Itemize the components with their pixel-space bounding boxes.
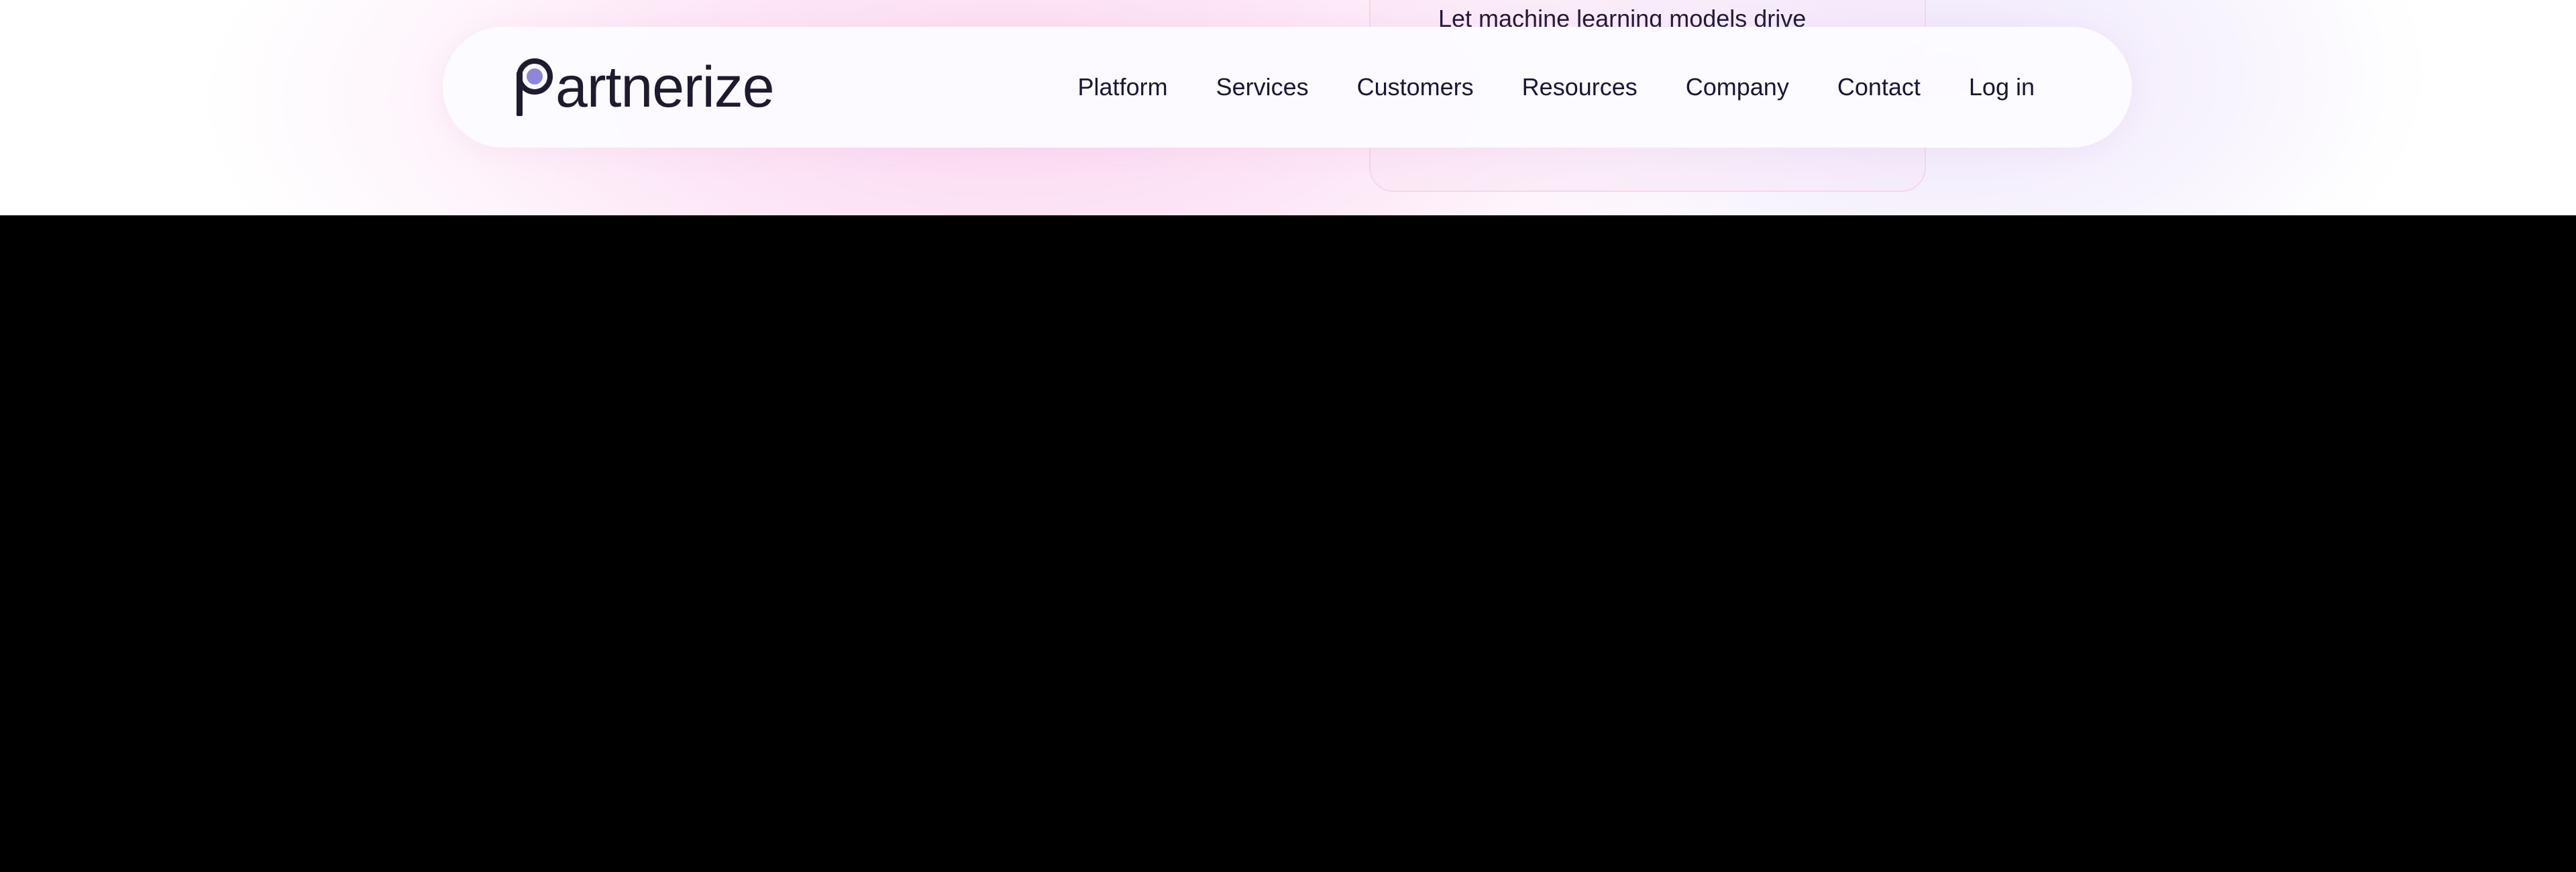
nav-item-platform[interactable]: Platform: [1078, 72, 1168, 102]
logo-dot-icon: [527, 68, 543, 85]
top-navbar: artnerize Platform Services Customers Re…: [443, 27, 2132, 148]
nav-item-resources[interactable]: Resources: [1522, 72, 1638, 102]
partnerize-logo[interactable]: artnerize: [517, 55, 775, 119]
nav-item-log-in[interactable]: Log in: [1969, 72, 2035, 102]
page: Let machine learning models drive artner…: [0, 0, 2576, 872]
nav-item-customers[interactable]: Customers: [1357, 72, 1474, 102]
nav-links: Platform Services Customers Resources Co…: [1078, 72, 2035, 102]
nav-item-contact[interactable]: Contact: [1837, 72, 1921, 102]
logo-p-mark: [517, 57, 554, 117]
hero-section: Let machine learning models drive artner…: [0, 0, 2576, 215]
nav-item-company[interactable]: Company: [1686, 72, 1789, 102]
logo-wordmark: artnerize: [555, 55, 775, 119]
nav-item-services[interactable]: Services: [1216, 72, 1309, 102]
